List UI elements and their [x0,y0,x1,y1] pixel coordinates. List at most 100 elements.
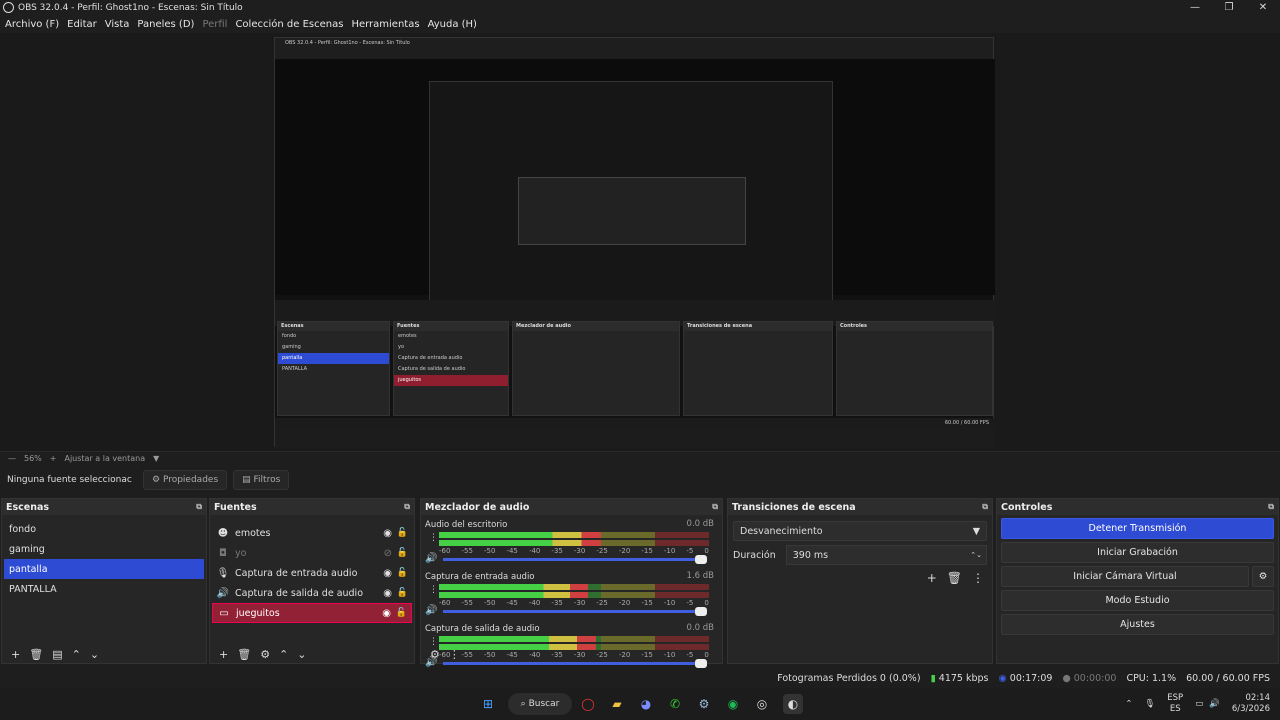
source-item[interactable]: 🔊 Captura de salida de audio ◉ 🔓 [212,583,412,603]
clock[interactable]: 02:14 6/3/2026 [1232,693,1270,715]
nested-preview [275,59,995,311]
virtual-camera-settings-icon[interactable]: ⚙ [1252,566,1274,587]
app-icon[interactable]: ◎ [752,694,772,714]
spotify-icon[interactable]: ◉ [723,694,743,714]
obs-taskbar-icon[interactable]: ◐ [783,694,803,714]
volume-icon[interactable]: 🔊 [1209,699,1220,709]
undock-icon[interactable]: ⧉ [1268,502,1274,512]
mic-tray-icon[interactable]: 🎙 [1144,699,1155,709]
settings-button[interactable]: Ajustes [1001,614,1274,635]
undock-icon[interactable]: ⧉ [982,502,988,512]
tray-expand-icon[interactable]: ⌃ [1125,699,1132,709]
undock-icon[interactable]: ⧉ [196,502,202,512]
tick-label: -20 [618,599,631,607]
stop-stream-button[interactable]: Detener Transmisión [1001,518,1274,539]
lock-icon[interactable]: 🔓 [397,588,408,598]
volume-slider[interactable] [443,607,707,616]
duration-input[interactable]: 390 ms ⌃⌄ [785,545,987,565]
opera-icon[interactable]: ◯ [578,694,598,714]
menu-dots-icon[interactable]: ⋮ [972,571,984,585]
steam-icon[interactable]: ⚙ [694,694,714,714]
close-button[interactable]: ✕ [1246,0,1280,15]
network-icon[interactable]: ▭ [1195,699,1203,709]
move-down-icon[interactable]: ⌄ [90,648,99,661]
gear-icon[interactable]: ⚙ [260,648,270,661]
eye-icon[interactable]: ◉ [383,568,392,579]
nested-scenes-dock: Escenas fondo gaming pantalla PANTALLA [277,321,390,416]
source-item[interactable]: ◘ yo ⊘ 🔓 [212,543,412,563]
trash-icon[interactable]: 🗑 [29,648,43,661]
source-item[interactable]: 🎙 Captura de entrada audio ◉ 🔓 [212,563,412,583]
undock-icon[interactable]: ⧉ [712,502,718,512]
properties-button[interactable]: ⚙ Propiedades [143,470,228,490]
taskbar-search[interactable]: ⌕ Buscar [508,693,572,715]
menu-editar[interactable]: Editar [67,19,97,30]
scene-item[interactable]: gaming [4,539,204,559]
folder-icon[interactable]: ▰ [607,694,627,714]
menu-vista[interactable]: Vista [105,19,130,30]
spin-icon[interactable]: ⌃⌄ [970,551,982,559]
scene-item-selected[interactable]: pantalla [4,559,204,579]
add-icon[interactable]: + [219,648,228,661]
channel-menu-icon[interactable]: ⋮ [429,586,438,595]
volume-slider[interactable] [443,555,707,564]
move-up-icon[interactable]: ⌃ [72,648,81,661]
transition-select[interactable]: Desvanecimiento ▼ [733,521,987,541]
filters-button[interactable]: ▤ Filtros [233,470,290,490]
advanced-audio-icon[interactable]: ⚙ [430,648,440,661]
filter-icon[interactable]: ▤ [52,648,62,661]
lock-icon[interactable]: 🔓 [396,608,407,618]
zoom-in-button[interactable]: + [50,454,57,463]
virtual-camera-button[interactable]: Iniciar Cámara Virtual [1001,566,1249,587]
transitions-title: Transiciones de escena [732,501,856,513]
trash-icon[interactable]: 🗑 [237,648,251,661]
menu-archivo[interactable]: Archivo (F) [5,19,59,30]
channel-menu-icon[interactable]: ⋮ [429,638,438,647]
minimize-button[interactable]: — [1178,0,1212,15]
move-down-icon[interactable]: ⌄ [297,648,306,661]
search-icon: ⌕ [520,699,529,709]
lock-icon[interactable]: 🔓 [397,568,408,578]
volume-knob[interactable] [695,607,707,616]
menu-perfil[interactable]: Perfil [202,19,227,30]
eye-icon[interactable]: ◉ [382,608,391,619]
maximize-button[interactable]: ❐ [1212,0,1246,15]
volume-knob[interactable] [695,555,707,564]
scene-item[interactable]: fondo [4,519,204,539]
scene-item[interactable]: PANTALLA [4,579,204,599]
lock-icon[interactable]: 🔓 [397,528,408,538]
source-name: jueguitos [236,607,280,619]
start-recording-button[interactable]: Iniciar Grabación [1001,542,1274,563]
channel-menu-icon[interactable]: ⋮ [429,534,438,543]
move-up-icon[interactable]: ⌃ [279,648,288,661]
menu-dots-icon[interactable]: ⋮ [449,648,460,661]
no-source-label: Ninguna fuente seleccionac [7,475,132,485]
menu-herramientas[interactable]: Herramientas [351,19,419,30]
menu-coleccion[interactable]: Colección de Escenas [235,19,343,30]
trash-icon[interactable]: 🗑 [947,571,962,585]
volume-icon[interactable]: 🔊 [425,553,437,564]
eye-icon[interactable]: ◉ [383,588,392,599]
zoom-out-button[interactable]: — [8,454,16,463]
studio-mode-button[interactable]: Modo Estudio [1001,590,1274,611]
source-item[interactable]: ☻ emotes ◉ 🔓 [212,523,412,543]
add-icon[interactable]: + [927,571,937,585]
volume-icon[interactable]: 🔊 [425,605,437,616]
menu-paneles[interactable]: Paneles (D) [137,19,194,30]
source-item-highlighted[interactable]: ▭ jueguitos ◉ 🔓 [212,603,412,623]
discord-icon[interactable]: ◕ [636,694,656,714]
whatsapp-icon[interactable]: ✆ [665,694,685,714]
windows-start-icon[interactable]: ⊞ [478,694,498,714]
lock-icon[interactable]: 🔓 [397,548,408,558]
add-icon[interactable]: + [11,648,20,661]
zoom-dropdown-icon[interactable]: ▼ [153,454,159,463]
tick-label: -45 [506,599,518,607]
eye-icon[interactable]: ◉ [383,528,392,539]
menu-ayuda[interactable]: Ayuda (H) [428,19,477,30]
language-indicator[interactable]: ESP ES [1167,693,1183,715]
nested-scene-item: fondo [282,333,297,339]
undock-icon[interactable]: ⧉ [404,502,410,512]
zoom-fit-label[interactable]: Ajustar a la ventana [64,454,145,463]
properties-label: Propiedades [162,475,219,485]
eye-hidden-icon[interactable]: ⊘ [384,548,392,559]
